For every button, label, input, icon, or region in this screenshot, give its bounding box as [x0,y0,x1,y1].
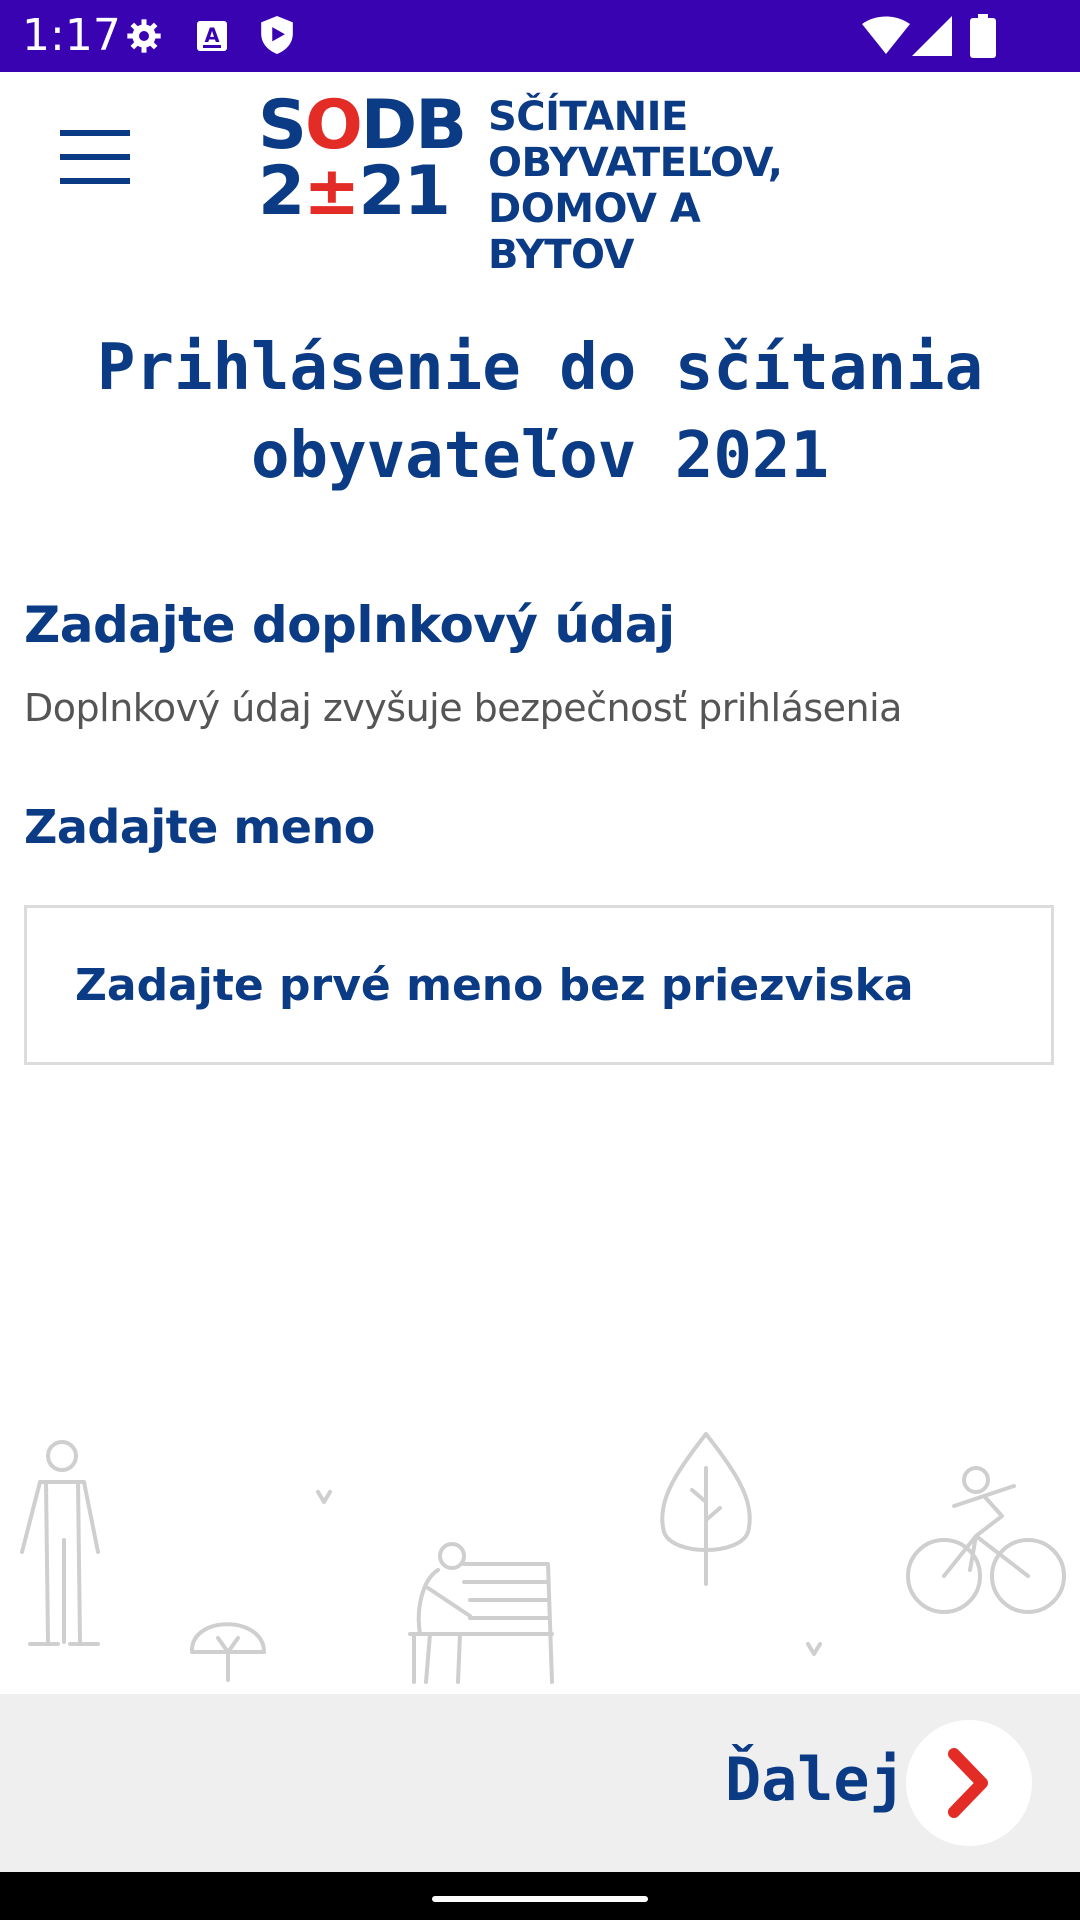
status-bar: 1:17 A [0,0,1080,72]
tree-illustration [660,1432,752,1586]
logo-text: SČÍTANIE OBYVATEĽOV, DOMOV A BYTOV [488,94,838,278]
status-time: 1:17 [22,10,121,61]
hamburger-menu-button[interactable] [56,130,132,184]
logo-mark: SODB 2±21 [258,90,467,231]
bird-illustration [316,1490,332,1504]
a-keyboard-icon: A [197,21,227,51]
cyclist-illustration [906,1466,1066,1614]
logo-line: OBYVATEĽOV, [488,140,783,186]
wifi-icon [862,16,910,54]
section-subtext: Doplnkový údaj zvyšuje bezpečnosť prihlá… [24,686,902,730]
next-button[interactable] [906,1720,1032,1846]
svg-text:A: A [204,24,219,47]
next-label[interactable]: Ďalej [725,1745,906,1815]
battery-icon [970,14,996,58]
section-heading: Zadajte doplnkový údaj [24,596,675,654]
person-on-bench-illustration [408,1542,554,1684]
bird-illustration [806,1642,822,1656]
gear-icon [127,19,161,53]
hamburger-line [60,154,130,160]
first-name-input[interactable] [24,905,1054,1065]
logo-line: SČÍTANIE [488,94,688,140]
standing-person-illustration [20,1440,100,1646]
name-label: Zadajte meno [24,800,375,854]
park-illustration [20,1432,1066,1684]
logo-mark-bottom: 2±21 [258,152,451,231]
logo-mark-top: SODB [258,86,467,165]
page-title: Prihlásenie do sčítania obyvateľov 2021 [96,331,984,493]
logo-line: DOMOV A BYTOV [488,186,701,278]
hamburger-line [60,178,130,184]
chevron-right-icon [948,1748,988,1818]
sodb-logo: SODB 2±21 SČÍTANIE OBYVATEĽOV, DOMOV A B… [258,90,838,279]
signal-icon [912,16,952,56]
shield-icon [261,16,293,54]
hamburger-menu-icon [60,130,130,136]
sapling-illustration [189,1622,266,1682]
home-indicator[interactable] [432,1896,648,1902]
